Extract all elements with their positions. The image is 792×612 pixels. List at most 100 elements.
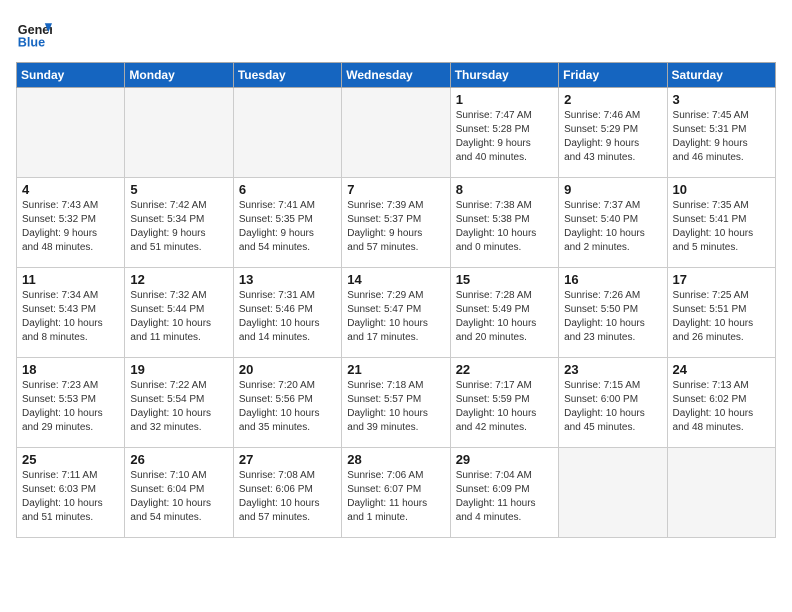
weekday-header-sunday: Sunday xyxy=(17,63,125,88)
day-info: Sunrise: 7:13 AM Sunset: 6:02 PM Dayligh… xyxy=(673,379,770,435)
calendar-cell: 15 Sunrise: 7:28 AM Sunset: 5:49 PM Dayli… xyxy=(450,268,558,358)
weekday-header-monday: Monday xyxy=(125,63,233,88)
calendar-cell: 25 Sunrise: 7:11 AM Sunset: 6:03 PM Dayli… xyxy=(17,448,125,538)
day-info: Sunrise: 7:08 AM Sunset: 6:06 PM Dayligh… xyxy=(239,469,336,525)
day-number: 25 xyxy=(22,452,119,467)
calendar-cell: 14 Sunrise: 7:29 AM Sunset: 5:47 PM Dayli… xyxy=(342,268,450,358)
calendar-cell: 19 Sunrise: 7:22 AM Sunset: 5:54 PM Dayli… xyxy=(125,358,233,448)
svg-text:Blue: Blue xyxy=(18,36,45,50)
logo-icon: General Blue xyxy=(16,16,52,52)
calendar-cell: 22 Sunrise: 7:17 AM Sunset: 5:59 PM Dayli… xyxy=(450,358,558,448)
weekday-header-thursday: Thursday xyxy=(450,63,558,88)
calendar-cell: 23 Sunrise: 7:15 AM Sunset: 6:00 PM Dayli… xyxy=(559,358,667,448)
day-info: Sunrise: 7:22 AM Sunset: 5:54 PM Dayligh… xyxy=(130,379,227,435)
calendar-cell: 4 Sunrise: 7:43 AM Sunset: 5:32 PM Daylig… xyxy=(17,178,125,268)
day-info: Sunrise: 7:37 AM Sunset: 5:40 PM Dayligh… xyxy=(564,199,661,255)
day-number: 23 xyxy=(564,362,661,377)
calendar-cell: 6 Sunrise: 7:41 AM Sunset: 5:35 PM Daylig… xyxy=(233,178,341,268)
day-info: Sunrise: 7:18 AM Sunset: 5:57 PM Dayligh… xyxy=(347,379,444,435)
page-header: General Blue xyxy=(16,16,776,52)
day-number: 11 xyxy=(22,272,119,287)
day-info: Sunrise: 7:20 AM Sunset: 5:56 PM Dayligh… xyxy=(239,379,336,435)
calendar-cell xyxy=(559,448,667,538)
calendar-cell xyxy=(125,88,233,178)
day-info: Sunrise: 7:41 AM Sunset: 5:35 PM Dayligh… xyxy=(239,199,336,255)
day-number: 16 xyxy=(564,272,661,287)
day-number: 3 xyxy=(673,92,770,107)
calendar-cell: 7 Sunrise: 7:39 AM Sunset: 5:37 PM Daylig… xyxy=(342,178,450,268)
calendar-cell: 27 Sunrise: 7:08 AM Sunset: 6:06 PM Dayli… xyxy=(233,448,341,538)
calendar-week-3: 11 Sunrise: 7:34 AM Sunset: 5:43 PM Dayli… xyxy=(17,268,776,358)
day-number: 2 xyxy=(564,92,661,107)
day-number: 1 xyxy=(456,92,553,107)
day-number: 24 xyxy=(673,362,770,377)
day-info: Sunrise: 7:47 AM Sunset: 5:28 PM Dayligh… xyxy=(456,109,553,165)
calendar-cell xyxy=(233,88,341,178)
calendar-cell: 1 Sunrise: 7:47 AM Sunset: 5:28 PM Daylig… xyxy=(450,88,558,178)
calendar-cell: 12Sunrise: 7:32 AM Sunset: 5:44 PM Dayli… xyxy=(125,268,233,358)
calendar-cell: 20Sunrise: 7:20 AM Sunset: 5:56 PM Dayli… xyxy=(233,358,341,448)
calendar-cell: 10 Sunrise: 7:35 AM Sunset: 5:41 PM Dayli… xyxy=(667,178,775,268)
day-info: Sunrise: 7:15 AM Sunset: 6:00 PM Dayligh… xyxy=(564,379,661,435)
weekday-header-saturday: Saturday xyxy=(667,63,775,88)
weekday-header-tuesday: Tuesday xyxy=(233,63,341,88)
day-info: Sunrise: 7:38 AM Sunset: 5:38 PM Dayligh… xyxy=(456,199,553,255)
day-number: 7 xyxy=(347,182,444,197)
day-number: 8 xyxy=(456,182,553,197)
day-info: Sunrise: 7:23 AM Sunset: 5:53 PM Dayligh… xyxy=(22,379,119,435)
calendar-table: SundayMondayTuesdayWednesdayThursdayFrid… xyxy=(16,62,776,538)
day-info: Sunrise: 7:17 AM Sunset: 5:59 PM Dayligh… xyxy=(456,379,553,435)
day-number: 4 xyxy=(22,182,119,197)
calendar-cell xyxy=(342,88,450,178)
day-info: Sunrise: 7:42 AM Sunset: 5:34 PM Dayligh… xyxy=(130,199,227,255)
day-info: Sunrise: 7:35 AM Sunset: 5:41 PM Dayligh… xyxy=(673,199,770,255)
day-info: Sunrise: 7:26 AM Sunset: 5:50 PM Dayligh… xyxy=(564,289,661,345)
day-number: 10 xyxy=(673,182,770,197)
day-info: Sunrise: 7:31 AM Sunset: 5:46 PM Dayligh… xyxy=(239,289,336,345)
calendar-cell: 9 Sunrise: 7:37 AM Sunset: 5:40 PM Daylig… xyxy=(559,178,667,268)
calendar-cell: 28Sunrise: 7:06 AM Sunset: 6:07 PM Dayli… xyxy=(342,448,450,538)
calendar-week-4: 18 Sunrise: 7:23 AM Sunset: 5:53 PM Dayli… xyxy=(17,358,776,448)
calendar-cell xyxy=(17,88,125,178)
weekday-header-wednesday: Wednesday xyxy=(342,63,450,88)
day-info: Sunrise: 7:25 AM Sunset: 5:51 PM Dayligh… xyxy=(673,289,770,345)
calendar-cell: 17 Sunrise: 7:25 AM Sunset: 5:51 PM Dayli… xyxy=(667,268,775,358)
calendar-cell: 18 Sunrise: 7:23 AM Sunset: 5:53 PM Dayli… xyxy=(17,358,125,448)
day-number: 9 xyxy=(564,182,661,197)
day-number: 6 xyxy=(239,182,336,197)
day-info: Sunrise: 7:39 AM Sunset: 5:37 PM Dayligh… xyxy=(347,199,444,255)
day-number: 18 xyxy=(22,362,119,377)
day-info: Sunrise: 7:43 AM Sunset: 5:32 PM Dayligh… xyxy=(22,199,119,255)
day-info: Sunrise: 7:04 AM Sunset: 6:09 PM Dayligh… xyxy=(456,469,553,525)
calendar-cell: 3 Sunrise: 7:45 AM Sunset: 5:31 PM Daylig… xyxy=(667,88,775,178)
day-number: 27 xyxy=(239,452,336,467)
day-info: Sunrise: 7:06 AM Sunset: 6:07 PM Dayligh… xyxy=(347,469,444,525)
day-number: 15 xyxy=(456,272,553,287)
day-info: Sunrise: 7:45 AM Sunset: 5:31 PM Dayligh… xyxy=(673,109,770,165)
calendar-week-1: 1 Sunrise: 7:47 AM Sunset: 5:28 PM Daylig… xyxy=(17,88,776,178)
day-info: Sunrise: 7:28 AM Sunset: 5:49 PM Dayligh… xyxy=(456,289,553,345)
day-number: 19 xyxy=(130,362,227,377)
calendar-cell: 13Sunrise: 7:31 AM Sunset: 5:46 PM Dayli… xyxy=(233,268,341,358)
calendar-cell: 26 Sunrise: 7:10 AM Sunset: 6:04 PM Dayli… xyxy=(125,448,233,538)
day-number: 21 xyxy=(347,362,444,377)
day-info: Sunrise: 7:34 AM Sunset: 5:43 PM Dayligh… xyxy=(22,289,119,345)
day-number: 17 xyxy=(673,272,770,287)
day-number: 22 xyxy=(456,362,553,377)
calendar-week-2: 4 Sunrise: 7:43 AM Sunset: 5:32 PM Daylig… xyxy=(17,178,776,268)
calendar-cell: 5Sunrise: 7:42 AM Sunset: 5:34 PM Daylig… xyxy=(125,178,233,268)
day-info: Sunrise: 7:10 AM Sunset: 6:04 PM Dayligh… xyxy=(130,469,227,525)
calendar-cell xyxy=(667,448,775,538)
logo: General Blue xyxy=(16,16,52,52)
calendar-week-5: 25 Sunrise: 7:11 AM Sunset: 6:03 PM Dayli… xyxy=(17,448,776,538)
weekday-header-friday: Friday xyxy=(559,63,667,88)
day-info: Sunrise: 7:46 AM Sunset: 5:29 PM Dayligh… xyxy=(564,109,661,165)
day-info: Sunrise: 7:29 AM Sunset: 5:47 PM Dayligh… xyxy=(347,289,444,345)
calendar-cell: 21 Sunrise: 7:18 AM Sunset: 5:57 PM Dayli… xyxy=(342,358,450,448)
day-number: 26 xyxy=(130,452,227,467)
calendar-cell: 11 Sunrise: 7:34 AM Sunset: 5:43 PM Dayli… xyxy=(17,268,125,358)
day-number: 29 xyxy=(456,452,553,467)
day-info: Sunrise: 7:11 AM Sunset: 6:03 PM Dayligh… xyxy=(22,469,119,525)
day-number: 14 xyxy=(347,272,444,287)
calendar-cell: 24 Sunrise: 7:13 AM Sunset: 6:02 PM Dayli… xyxy=(667,358,775,448)
